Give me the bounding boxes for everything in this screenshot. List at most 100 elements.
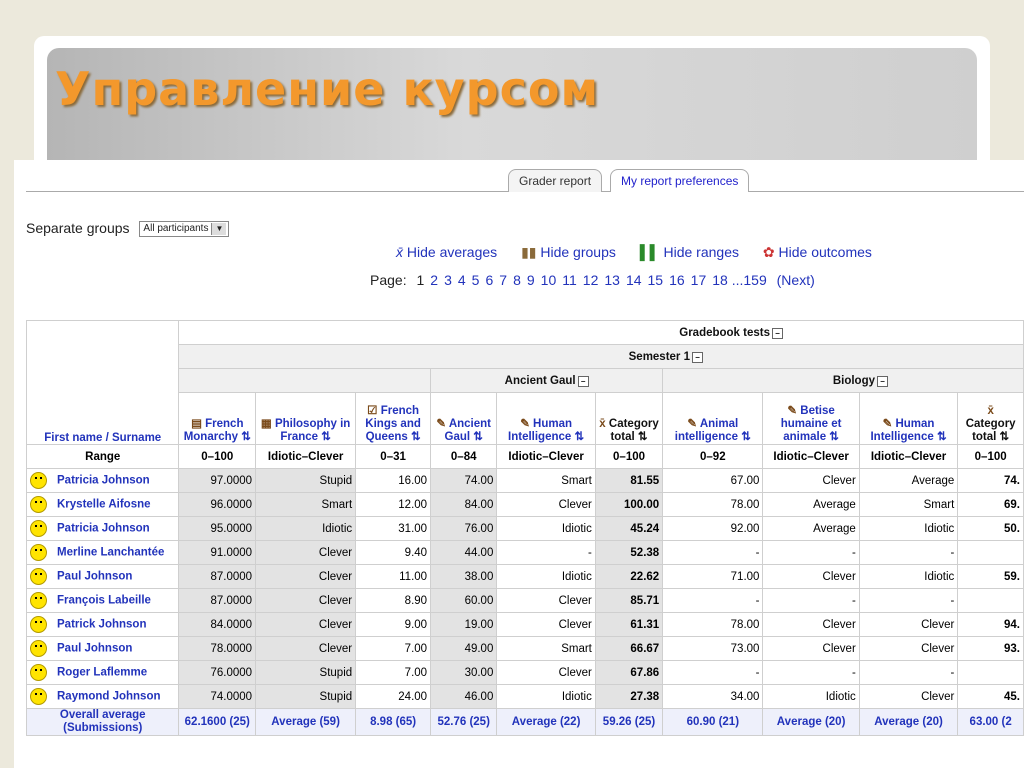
grade-cell[interactable]: 9.00 [355,612,432,637]
avatar-icon[interactable] [30,544,47,561]
hide-groups-link[interactable]: ▮▮ Hide groups [521,244,616,260]
grade-item-header[interactable]: x̄ Category total ⇅ [594,392,664,445]
student-name-link[interactable]: Raymond Johnson [57,691,161,703]
grade-cell[interactable]: Clever [762,468,860,493]
grade-cell[interactable]: 59. [957,564,1024,589]
sort-icon[interactable]: ⇅ [934,431,947,443]
page-link[interactable]: 13 [604,272,620,288]
page-link[interactable]: 1 [416,272,424,288]
grade-cell[interactable]: Average [762,516,860,541]
grade-item-header[interactable]: ✎ Animal intelligence ⇅ [662,392,764,445]
grade-cell[interactable]: Clever [255,564,357,589]
grade-cell[interactable]: 67.00 [662,468,764,493]
first-name-surname-header[interactable]: First name / Surname [44,432,161,444]
grade-cell[interactable]: 71.00 [662,564,764,589]
grade-cell[interactable]: 45.24 [594,516,664,541]
groups-dropdown[interactable]: All participants ▼ [139,221,230,238]
sort-icon[interactable]: ⇅ [635,431,648,443]
avatar-icon[interactable] [30,568,47,585]
grade-cell[interactable]: 87.0000 [178,564,257,589]
page-link[interactable]: 12 [583,272,599,288]
avatar-icon[interactable] [30,496,47,513]
grade-cell[interactable]: 93. [957,636,1024,661]
page-link[interactable]: 9 [527,272,535,288]
tab-grader-report[interactable]: Grader report [508,169,603,192]
grade-cell[interactable]: 66.67 [594,636,664,661]
grade-cell[interactable]: Stupid [255,684,357,709]
grade-item-header[interactable]: ☑ French Kings and Queens ⇅ [355,392,432,445]
page-link[interactable]: 6 [485,272,493,288]
grade-cell[interactable] [957,540,1024,565]
grade-cell[interactable]: Average [762,492,860,517]
grade-cell[interactable]: 24.00 [355,684,432,709]
grade-item-header[interactable]: ✎ Human Intelligence ⇅ [496,392,596,445]
grade-cell[interactable]: 78.00 [662,492,764,517]
collapse-icon[interactable]: − [877,375,888,387]
grade-cell[interactable]: 78.00 [662,612,764,637]
grade-cell[interactable]: - [662,540,764,565]
grade-cell[interactable]: Idiotic [255,516,357,541]
sort-icon[interactable]: ⇅ [408,431,421,443]
grade-cell[interactable]: 74.0000 [178,684,257,709]
grade-cell[interactable]: 78.0000 [178,636,257,661]
grade-cell[interactable]: Clever [858,684,959,709]
grade-item-header[interactable]: ✎ Betise humaine et animale ⇅ [762,392,860,445]
grade-cell[interactable]: 19.00 [430,612,498,637]
student-name-link[interactable]: Patricia Johnson [57,523,150,535]
grade-item-header[interactable]: ▤ French Monarchy ⇅ [178,392,257,445]
sort-icon[interactable]: ⇅ [470,431,483,443]
sort-icon[interactable]: ⇅ [996,431,1010,443]
grade-cell[interactable]: Idiotic [496,684,596,709]
grade-cell[interactable]: - [762,660,860,685]
grade-cell[interactable]: 27.38 [594,684,664,709]
grade-cell[interactable]: - [858,540,959,565]
grade-cell[interactable]: 11.00 [355,564,432,589]
grade-cell[interactable]: 87.0000 [178,588,257,613]
grade-cell[interactable]: 60.00 [430,588,498,613]
grade-cell[interactable]: Idiotic [858,516,959,541]
grade-cell[interactable]: 45. [957,684,1024,709]
page-link[interactable]: 7 [499,272,507,288]
grade-cell[interactable]: Smart [496,468,596,493]
grade-cell[interactable]: Stupid [255,468,357,493]
grade-cell[interactable]: 84.0000 [178,612,257,637]
grade-cell[interactable]: - [662,660,764,685]
grade-cell[interactable]: - [858,660,959,685]
avatar-icon[interactable] [30,472,47,489]
grade-cell[interactable]: Clever [762,636,860,661]
grade-cell[interactable]: 61.31 [594,612,664,637]
tab-my-report-preferences[interactable]: My report preferences [610,169,750,192]
grade-cell[interactable]: 76.0000 [178,660,257,685]
grade-cell[interactable]: Clever [255,636,357,661]
grade-cell[interactable]: 44.00 [430,540,498,565]
hide-ranges-link[interactable]: ▌▌ Hide ranges [640,244,739,260]
grade-cell[interactable]: 52.38 [594,540,664,565]
collapse-icon[interactable]: − [772,327,783,339]
grade-cell[interactable]: 30.00 [430,660,498,685]
grade-cell[interactable]: 92.00 [662,516,764,541]
student-name-link[interactable]: Roger Laflemme [57,667,147,679]
collapse-icon[interactable]: − [577,375,589,387]
student-name-link[interactable]: Patrick Johnson [57,619,146,631]
grade-cell[interactable]: 31.00 [355,516,432,541]
grade-cell[interactable]: Clever [858,636,959,661]
grade-cell[interactable]: 95.0000 [178,516,257,541]
grade-cell[interactable]: 97.0000 [178,468,257,493]
grade-cell[interactable]: 8.90 [355,588,432,613]
grade-cell[interactable]: 50. [957,516,1024,541]
student-name-link[interactable]: Patricia Johnson [57,475,150,487]
avatar-icon[interactable] [30,664,47,681]
page-link[interactable]: 5 [472,272,480,288]
grade-cell[interactable]: 12.00 [355,492,432,517]
grade-cell[interactable]: 91.0000 [178,540,257,565]
grade-cell[interactable]: Idiotic [858,564,959,589]
hide-outcomes-link[interactable]: ✿ Hide outcomes [763,244,872,260]
grade-cell[interactable]: 16.00 [355,468,432,493]
grade-cell[interactable]: 96.0000 [178,492,257,517]
student-name-link[interactable]: Paul Johnson [57,643,132,655]
grade-cell[interactable] [957,588,1024,613]
grade-cell[interactable]: Stupid [255,660,357,685]
grade-cell[interactable]: 7.00 [355,636,432,661]
grade-cell[interactable]: 74.00 [430,468,498,493]
grade-cell[interactable]: 76.00 [430,516,498,541]
